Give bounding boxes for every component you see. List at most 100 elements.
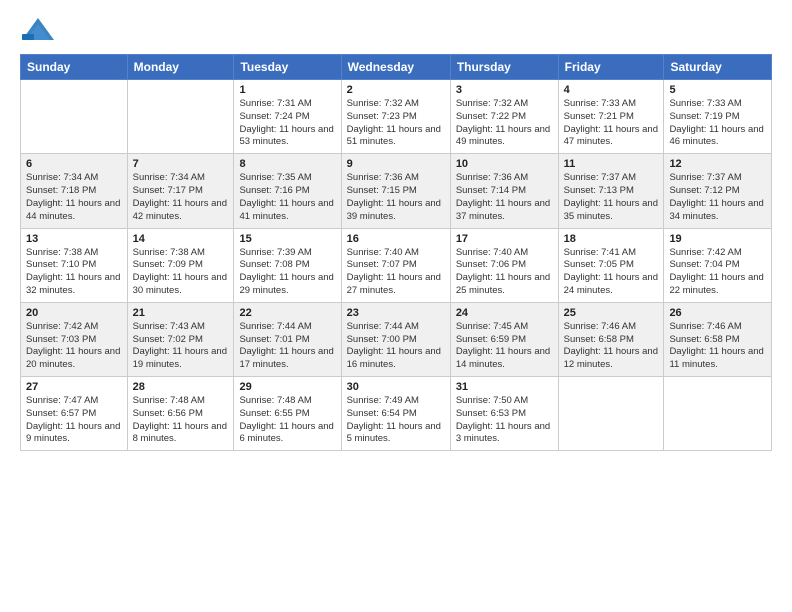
day-info: Sunrise: 7:34 AM Sunset: 7:18 PM Dayligh… xyxy=(26,172,122,223)
day-number: 7 xyxy=(133,158,229,170)
day-number: 17 xyxy=(456,233,553,245)
calendar-weekday-header: Sunday xyxy=(21,55,128,80)
calendar-cell: 27 Sunrise: 7:47 AM Sunset: 6:57 PM Dayli… xyxy=(21,377,128,451)
day-number: 30 xyxy=(347,381,445,393)
day-info: Sunrise: 7:39 AM Sunset: 7:08 PM Dayligh… xyxy=(239,247,335,298)
day-number: 4 xyxy=(564,84,659,96)
calendar-cell: 5 Sunrise: 7:33 AM Sunset: 7:19 PM Daylig… xyxy=(664,80,772,154)
calendar-cell: 6 Sunrise: 7:34 AM Sunset: 7:18 PM Daylig… xyxy=(21,154,128,228)
day-number: 24 xyxy=(456,307,553,319)
calendar-cell: 10 Sunrise: 7:36 AM Sunset: 7:14 PM Dayli… xyxy=(450,154,558,228)
day-number: 21 xyxy=(133,307,229,319)
calendar-header-row: SundayMondayTuesdayWednesdayThursdayFrid… xyxy=(21,55,772,80)
calendar-cell: 24 Sunrise: 7:45 AM Sunset: 6:59 PM Dayli… xyxy=(450,302,558,376)
day-info: Sunrise: 7:43 AM Sunset: 7:02 PM Dayligh… xyxy=(133,321,229,372)
day-number: 22 xyxy=(239,307,335,319)
calendar-cell xyxy=(664,377,772,451)
day-number: 23 xyxy=(347,307,445,319)
day-info: Sunrise: 7:49 AM Sunset: 6:54 PM Dayligh… xyxy=(347,395,445,446)
day-info: Sunrise: 7:47 AM Sunset: 6:57 PM Dayligh… xyxy=(26,395,122,446)
day-info: Sunrise: 7:33 AM Sunset: 7:21 PM Dayligh… xyxy=(564,98,659,149)
header xyxy=(20,16,772,44)
day-info: Sunrise: 7:32 AM Sunset: 7:22 PM Dayligh… xyxy=(456,98,553,149)
calendar-cell: 23 Sunrise: 7:44 AM Sunset: 7:00 PM Dayli… xyxy=(341,302,450,376)
logo-icon xyxy=(20,16,56,44)
calendar-cell: 14Sunrise: 7:38 AM Sunset: 7:09 PM Dayli… xyxy=(127,228,234,302)
day-info: Sunrise: 7:36 AM Sunset: 7:14 PM Dayligh… xyxy=(456,172,553,223)
day-info: Sunrise: 7:38 AM Sunset: 7:10 PM Dayligh… xyxy=(26,247,122,298)
day-number: 20 xyxy=(26,307,122,319)
day-info: Sunrise: 7:33 AM Sunset: 7:19 PM Dayligh… xyxy=(669,98,766,149)
calendar-cell: 21 Sunrise: 7:43 AM Sunset: 7:02 PM Dayli… xyxy=(127,302,234,376)
calendar-cell: 22 Sunrise: 7:44 AM Sunset: 7:01 PM Dayli… xyxy=(234,302,341,376)
day-number: 27 xyxy=(26,381,122,393)
day-info: Sunrise: 7:46 AM Sunset: 6:58 PM Dayligh… xyxy=(669,321,766,372)
day-number: 8 xyxy=(239,158,335,170)
day-info: Sunrise: 7:31 AM Sunset: 7:24 PM Dayligh… xyxy=(239,98,335,149)
calendar-weekday-header: Tuesday xyxy=(234,55,341,80)
day-number: 12 xyxy=(669,158,766,170)
calendar-cell: 30 Sunrise: 7:49 AM Sunset: 6:54 PM Dayli… xyxy=(341,377,450,451)
calendar-cell: 31 Sunrise: 7:50 AM Sunset: 6:53 PM Dayli… xyxy=(450,377,558,451)
calendar-cell: 8 Sunrise: 7:35 AM Sunset: 7:16 PM Daylig… xyxy=(234,154,341,228)
day-info: Sunrise: 7:50 AM Sunset: 6:53 PM Dayligh… xyxy=(456,395,553,446)
day-number: 25 xyxy=(564,307,659,319)
day-number: 6 xyxy=(26,158,122,170)
day-info: Sunrise: 7:38 AM Sunset: 7:09 PM Dayligh… xyxy=(133,247,229,298)
day-info: Sunrise: 7:40 AM Sunset: 7:07 PM Dayligh… xyxy=(347,247,445,298)
day-number: 18 xyxy=(564,233,659,245)
day-number: 10 xyxy=(456,158,553,170)
calendar-table: SundayMondayTuesdayWednesdayThursdayFrid… xyxy=(20,54,772,451)
day-number: 11 xyxy=(564,158,659,170)
logo xyxy=(20,16,60,44)
calendar-cell: 4 Sunrise: 7:33 AM Sunset: 7:21 PM Daylig… xyxy=(558,80,664,154)
calendar-cell: 7 Sunrise: 7:34 AM Sunset: 7:17 PM Daylig… xyxy=(127,154,234,228)
day-number: 31 xyxy=(456,381,553,393)
calendar-cell: 29 Sunrise: 7:48 AM Sunset: 6:55 PM Dayli… xyxy=(234,377,341,451)
page: SundayMondayTuesdayWednesdayThursdayFrid… xyxy=(0,0,792,612)
calendar-cell xyxy=(21,80,128,154)
day-info: Sunrise: 7:41 AM Sunset: 7:05 PM Dayligh… xyxy=(564,247,659,298)
calendar-week-row: 13Sunrise: 7:38 AM Sunset: 7:10 PM Dayli… xyxy=(21,228,772,302)
day-number: 19 xyxy=(669,233,766,245)
day-info: Sunrise: 7:34 AM Sunset: 7:17 PM Dayligh… xyxy=(133,172,229,223)
day-info: Sunrise: 7:48 AM Sunset: 6:56 PM Dayligh… xyxy=(133,395,229,446)
calendar-cell: 19Sunrise: 7:42 AM Sunset: 7:04 PM Dayli… xyxy=(664,228,772,302)
calendar-cell: 26 Sunrise: 7:46 AM Sunset: 6:58 PM Dayli… xyxy=(664,302,772,376)
day-info: Sunrise: 7:35 AM Sunset: 7:16 PM Dayligh… xyxy=(239,172,335,223)
day-info: Sunrise: 7:42 AM Sunset: 7:03 PM Dayligh… xyxy=(26,321,122,372)
day-info: Sunrise: 7:48 AM Sunset: 6:55 PM Dayligh… xyxy=(239,395,335,446)
calendar-week-row: 20 Sunrise: 7:42 AM Sunset: 7:03 PM Dayli… xyxy=(21,302,772,376)
calendar-cell xyxy=(558,377,664,451)
day-number: 2 xyxy=(347,84,445,96)
calendar-weekday-header: Saturday xyxy=(664,55,772,80)
day-number: 5 xyxy=(669,84,766,96)
calendar-cell: 15 Sunrise: 7:39 AM Sunset: 7:08 PM Dayli… xyxy=(234,228,341,302)
calendar-weekday-header: Monday xyxy=(127,55,234,80)
calendar-cell: 2 Sunrise: 7:32 AM Sunset: 7:23 PM Daylig… xyxy=(341,80,450,154)
day-number: 16 xyxy=(347,233,445,245)
calendar-cell: 18 Sunrise: 7:41 AM Sunset: 7:05 PM Dayli… xyxy=(558,228,664,302)
day-info: Sunrise: 7:37 AM Sunset: 7:13 PM Dayligh… xyxy=(564,172,659,223)
day-number: 26 xyxy=(669,307,766,319)
day-info: Sunrise: 7:36 AM Sunset: 7:15 PM Dayligh… xyxy=(347,172,445,223)
day-number: 1 xyxy=(239,84,335,96)
day-number: 15 xyxy=(239,233,335,245)
calendar-cell: 11 Sunrise: 7:37 AM Sunset: 7:13 PM Dayli… xyxy=(558,154,664,228)
calendar-cell: 25 Sunrise: 7:46 AM Sunset: 6:58 PM Dayli… xyxy=(558,302,664,376)
day-info: Sunrise: 7:44 AM Sunset: 7:01 PM Dayligh… xyxy=(239,321,335,372)
calendar-cell: 3 Sunrise: 7:32 AM Sunset: 7:22 PM Daylig… xyxy=(450,80,558,154)
calendar-cell: 12Sunrise: 7:37 AM Sunset: 7:12 PM Dayli… xyxy=(664,154,772,228)
calendar-cell: 1 Sunrise: 7:31 AM Sunset: 7:24 PM Daylig… xyxy=(234,80,341,154)
day-info: Sunrise: 7:40 AM Sunset: 7:06 PM Dayligh… xyxy=(456,247,553,298)
day-info: Sunrise: 7:32 AM Sunset: 7:23 PM Dayligh… xyxy=(347,98,445,149)
calendar-cell: 13Sunrise: 7:38 AM Sunset: 7:10 PM Dayli… xyxy=(21,228,128,302)
day-number: 9 xyxy=(347,158,445,170)
day-number: 29 xyxy=(239,381,335,393)
day-number: 3 xyxy=(456,84,553,96)
day-info: Sunrise: 7:44 AM Sunset: 7:00 PM Dayligh… xyxy=(347,321,445,372)
day-info: Sunrise: 7:45 AM Sunset: 6:59 PM Dayligh… xyxy=(456,321,553,372)
calendar-cell: 20 Sunrise: 7:42 AM Sunset: 7:03 PM Dayli… xyxy=(21,302,128,376)
calendar-week-row: 27 Sunrise: 7:47 AM Sunset: 6:57 PM Dayli… xyxy=(21,377,772,451)
day-info: Sunrise: 7:46 AM Sunset: 6:58 PM Dayligh… xyxy=(564,321,659,372)
